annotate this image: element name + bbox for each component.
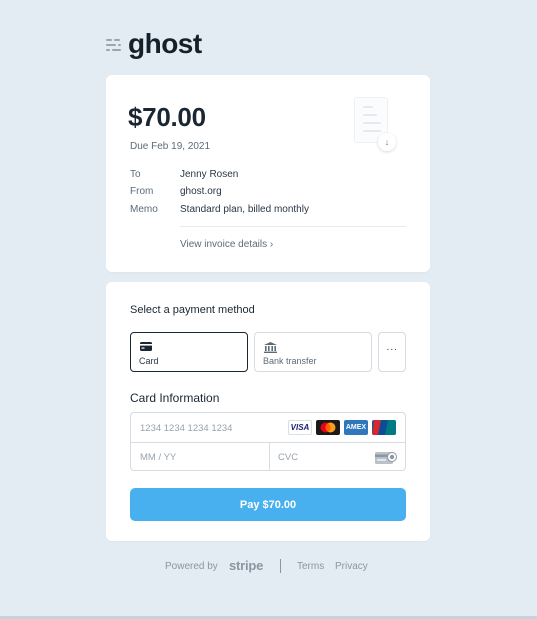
footer: Powered by stripe Terms Privacy — [0, 558, 537, 575]
to-value: Jenny Rosen — [180, 169, 239, 180]
unionpay-icon — [372, 420, 396, 435]
card-information-title: Card Information — [130, 391, 220, 405]
ghost-logo-icon — [106, 36, 122, 52]
bank-icon — [264, 342, 277, 353]
amex-text: AMEX — [345, 424, 367, 431]
download-icon[interactable]: ↓ — [378, 133, 396, 151]
view-invoice-details-label: View invoice details — [180, 239, 268, 250]
invoice-document-icon[interactable]: ↓ — [352, 95, 400, 151]
payment-card: Select a payment method Card Bank transf… — [106, 282, 430, 541]
mastercard-icon — [316, 420, 340, 435]
payment-method-bank-transfer[interactable]: Bank transfer — [254, 332, 372, 372]
expiry-input[interactable] — [140, 450, 260, 464]
payment-method-bank-label: Bank transfer — [263, 356, 317, 366]
logo-text: ghost — [128, 28, 202, 59]
more-icon: ··· — [386, 344, 398, 355]
divider — [180, 226, 406, 227]
from-value: ghost.org — [180, 186, 222, 197]
powered-by-label: Powered by — [165, 561, 218, 572]
cvc-card-icon — [375, 452, 397, 464]
from-label: From — [130, 186, 154, 197]
invoice-amount: $70.00 — [128, 102, 206, 132]
chevron-right-icon: › — [269, 239, 274, 250]
ghost-logo: ghost — [106, 28, 202, 60]
pay-button[interactable]: Pay $70.00 — [130, 488, 406, 521]
memo-label: Memo — [130, 204, 158, 215]
credit-card-icon — [140, 342, 152, 351]
card-number-input[interactable] — [140, 421, 280, 435]
terms-link[interactable]: Terms — [297, 561, 324, 572]
visa-icon: VISA — [288, 420, 312, 435]
more-payment-methods-button[interactable]: ··· — [378, 332, 406, 372]
memo-value: Standard plan, billed monthly — [180, 204, 309, 215]
view-invoice-details-link[interactable]: View invoice details › — [180, 239, 273, 250]
amex-icon: AMEX — [344, 420, 368, 435]
due-date: Due Feb 19, 2021 — [130, 141, 211, 152]
to-label: To — [130, 169, 141, 180]
card-information-fields: VISA AMEX — [130, 412, 406, 471]
visa-text: VISA — [290, 423, 310, 432]
stripe-logo[interactable]: stripe — [229, 558, 263, 573]
footer-divider — [280, 559, 281, 573]
payment-method-card[interactable]: Card — [130, 332, 248, 372]
privacy-link[interactable]: Privacy — [335, 561, 368, 572]
invoice-summary-card: $70.00 Due Feb 19, 2021 ↓ To Jenny Rosen… — [106, 75, 430, 272]
payment-method-card-label: Card — [139, 356, 159, 366]
payment-method-title: Select a payment method — [130, 304, 255, 316]
field-divider — [131, 442, 405, 443]
cvc-input[interactable] — [278, 450, 358, 464]
field-divider — [269, 442, 270, 470]
